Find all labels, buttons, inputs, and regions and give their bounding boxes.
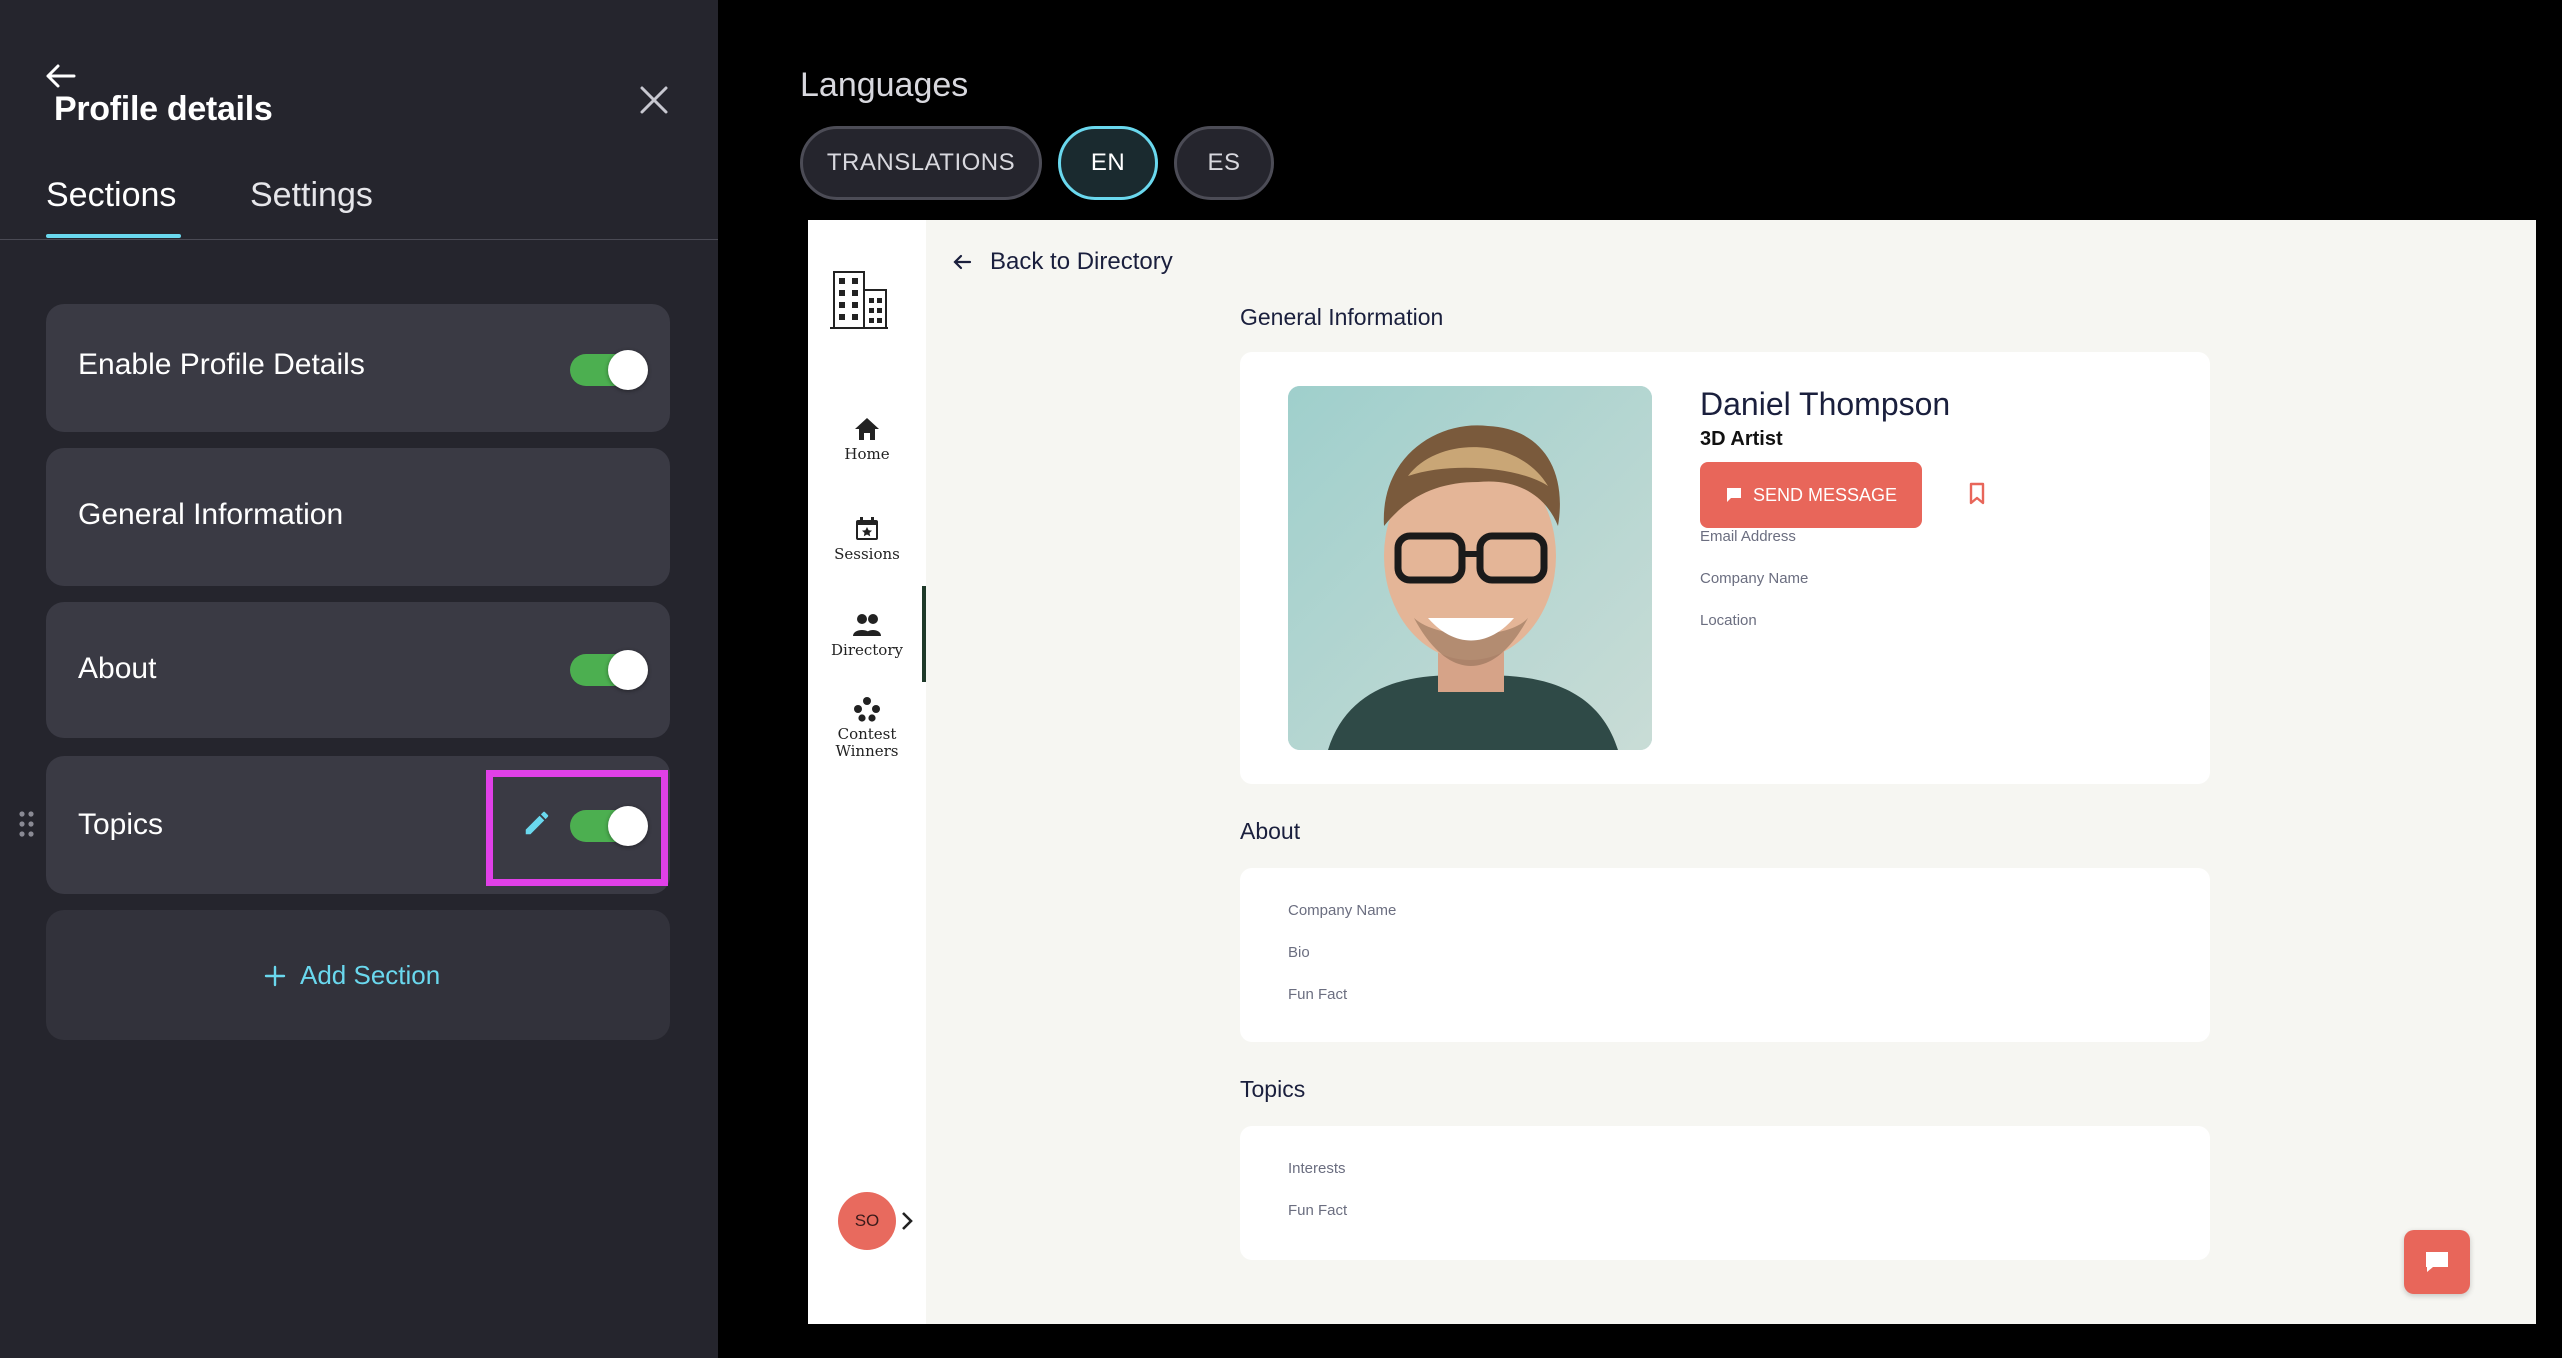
avatar[interactable]: SO xyxy=(838,1192,896,1250)
nav-active-indicator xyxy=(922,586,926,682)
topics-heading: Topics xyxy=(1240,1076,1306,1102)
panel-title: Profile details xyxy=(54,90,273,128)
section-card-enable-profile-details[interactable]: Enable Profile Details xyxy=(46,304,670,432)
language-en-button[interactable]: EN xyxy=(1058,126,1158,200)
language-es-button[interactable]: ES xyxy=(1174,126,1274,200)
section-card-general-information[interactable]: General Information xyxy=(46,448,670,586)
nav-label: Winners xyxy=(835,742,899,760)
bio-label: Bio xyxy=(1288,944,1310,961)
fun-fact-label: Fun Fact xyxy=(1288,1202,1348,1219)
nav-contest-winners[interactable]: Contest Winners xyxy=(808,696,926,760)
toggle-knob xyxy=(608,350,648,390)
section-label: Topics xyxy=(78,808,164,841)
dots-cluster-icon xyxy=(854,697,880,722)
drag-handle-icon[interactable] xyxy=(18,810,36,838)
add-section-label: Add Section xyxy=(300,960,441,990)
languages-title: Languages xyxy=(800,66,969,104)
send-message-button[interactable]: SEND MESSAGE xyxy=(1700,462,1922,528)
chat-icon xyxy=(1726,488,1741,502)
nav-label: Contest xyxy=(837,725,897,743)
person-title: 3D Artist xyxy=(1700,428,1783,450)
tab-sections[interactable]: Sections xyxy=(46,176,176,215)
highlight-box xyxy=(486,770,668,886)
section-label: About xyxy=(78,652,157,685)
calendar-star-icon xyxy=(856,517,878,540)
profile-preview: Home Sessions Directory Contest Winners … xyxy=(808,220,2536,1324)
translations-button[interactable]: TRANSLATIONS xyxy=(800,126,1042,200)
company-name-label: Company Name xyxy=(1700,570,1809,587)
preview-sidebar: Home Sessions Directory Contest Winners … xyxy=(808,220,926,1324)
person-name: Daniel Thompson xyxy=(1700,386,1951,422)
people-icon xyxy=(853,614,881,636)
profile-photo xyxy=(1288,386,1652,750)
about-toggle[interactable] xyxy=(570,650,648,690)
add-section-button[interactable]: Add Section xyxy=(264,960,440,991)
home-icon xyxy=(855,418,879,440)
email-address-label: Email Address xyxy=(1700,528,1796,545)
back-label: Back to Directory xyxy=(990,248,1173,275)
back-to-directory-link[interactable]: Back to Directory xyxy=(952,248,1173,276)
toggle-knob xyxy=(608,650,648,690)
nav-directory[interactable]: Directory xyxy=(808,612,926,659)
about-card: Company Name Bio Fun Fact xyxy=(1240,868,2210,1042)
close-icon[interactable] xyxy=(636,82,672,118)
back-arrow-icon[interactable] xyxy=(44,62,76,90)
send-message-label: SEND MESSAGE xyxy=(1752,484,1898,505)
profile-details-panel: Profile details Sections Settings Enable… xyxy=(0,0,718,1358)
enable-profile-details-toggle[interactable] xyxy=(570,350,648,390)
general-information-heading: General Information xyxy=(1240,304,1444,330)
arrow-left-icon xyxy=(953,254,972,270)
chat-bubble-icon xyxy=(2426,1252,2448,1272)
section-label: Enable Profile Details xyxy=(78,348,365,381)
section-card-about[interactable]: About xyxy=(46,602,670,738)
person-portrait-image xyxy=(1288,386,1652,750)
fun-fact-label: Fun Fact xyxy=(1288,986,1348,1003)
building-logo-icon[interactable] xyxy=(828,268,890,332)
nav-sessions[interactable]: Sessions xyxy=(808,516,926,563)
tab-settings[interactable]: Settings xyxy=(250,176,373,215)
nav-label: Home xyxy=(844,445,890,463)
chevron-right-icon[interactable] xyxy=(900,1210,914,1232)
nav-home[interactable]: Home xyxy=(808,416,926,463)
plus-icon xyxy=(264,965,286,986)
topics-card: Interests Fun Fact xyxy=(1240,1126,2210,1260)
chat-button[interactable] xyxy=(2404,1230,2470,1294)
nav-label: Directory xyxy=(831,641,903,659)
location-label: Location xyxy=(1700,612,1757,629)
bookmark-icon[interactable] xyxy=(1968,482,1986,506)
panel-tabs: Sections Settings xyxy=(0,170,718,240)
nav-label: Sessions xyxy=(834,545,900,563)
section-label: General Information xyxy=(78,498,344,531)
general-information-card: Daniel Thompson 3D Artist SEND MESSAGE E… xyxy=(1240,352,2210,784)
about-heading: About xyxy=(1240,818,1301,844)
interests-label: Interests xyxy=(1288,1160,1346,1177)
company-name-label: Company Name xyxy=(1288,902,1397,919)
active-tab-indicator xyxy=(46,234,181,238)
